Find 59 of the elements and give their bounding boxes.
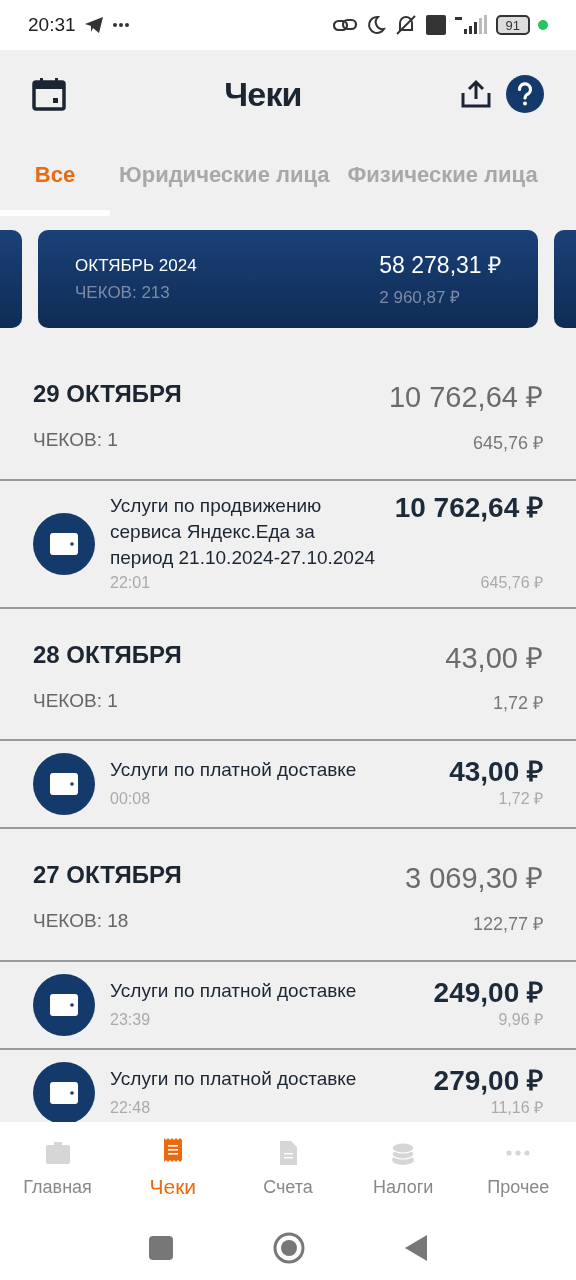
receipt-count: ЧЕКОВ: 1 bbox=[33, 428, 119, 452]
receipt-amount: 43,00 ₽ bbox=[449, 757, 543, 787]
clock-time: 20:31 bbox=[28, 12, 76, 37]
nav-tab[interactable]: Чеки bbox=[117, 1135, 228, 1203]
day-tax: 1,72 ₽ bbox=[492, 692, 543, 715]
calendar-icon[interactable] bbox=[32, 77, 66, 111]
filter-tab[interactable]: Юридические лица bbox=[110, 138, 339, 216]
receipt-count: ЧЕКОВ: 1 bbox=[33, 688, 119, 713]
receipt-time: 22:48 bbox=[110, 1097, 151, 1118]
receipt-tax: 645,76 ₽ bbox=[480, 572, 543, 593]
month-receipt-count: ЧЕКОВ: 213 bbox=[75, 282, 171, 304]
receipt-amount: 279,00 ₽ bbox=[433, 1065, 543, 1096]
receipt-title: Услуги по платной доставке bbox=[110, 758, 358, 782]
previous-month-card[interactable] bbox=[0, 230, 22, 328]
day-date: 29 ОКТЯБРЯ bbox=[33, 379, 182, 409]
receipt-time: 22:01 bbox=[110, 572, 151, 593]
nav-tab[interactable]: Налоги bbox=[348, 1137, 459, 1201]
day-tax: 645,76 ₽ bbox=[472, 431, 543, 455]
day-total: 3 069,30 ₽ bbox=[405, 861, 543, 896]
moon-icon bbox=[365, 15, 386, 35]
month-label: ОКТЯБРЬ 2024 bbox=[75, 254, 197, 277]
day-total: 43,00 ₽ bbox=[445, 640, 543, 676]
battery-indicator: 91 bbox=[495, 15, 530, 35]
page-title: Чеки bbox=[224, 73, 302, 115]
nav-tab[interactable]: Прочее bbox=[463, 1137, 574, 1201]
receipt-time: 00:08 bbox=[110, 789, 151, 809]
help-icon[interactable] bbox=[506, 75, 544, 113]
day-date: 28 ОКТЯБРЯ bbox=[33, 639, 182, 670]
month-tax: 2 960,87 ₽ bbox=[379, 286, 462, 309]
receipt-count: ЧЕКОВ: 18 bbox=[33, 909, 130, 933]
next-month-card[interactable] bbox=[554, 230, 576, 328]
wallet-icon bbox=[33, 973, 95, 1036]
signal-icon bbox=[453, 14, 488, 36]
paper-plane-icon bbox=[83, 16, 104, 34]
share-icon[interactable] bbox=[460, 79, 492, 109]
receipt-title: Услуги по платной доставке bbox=[110, 1066, 358, 1091]
nav-tab[interactable]: Главная bbox=[2, 1137, 113, 1201]
receipt-tax: 11,16 ₽ bbox=[490, 1097, 543, 1118]
receipt-tax: 9,96 ₽ bbox=[498, 1009, 543, 1030]
wallet-icon bbox=[33, 753, 95, 815]
receipt-amount: 10 762,64 ₽ bbox=[394, 492, 543, 523]
receipt-tax: 1,72 ₽ bbox=[498, 789, 543, 809]
day-total: 10 762,64 ₽ bbox=[388, 380, 543, 415]
filter-tab[interactable]: Физические лица bbox=[338, 138, 547, 216]
month-summary-card[interactable]: ОКТЯБРЬ 2024 ЧЕКОВ: 213 58 278,31 ₽ 2 960,87 ₽ bbox=[38, 230, 538, 328]
home-circle-icon[interactable] bbox=[273, 1232, 305, 1264]
day-date: 27 ОКТЯБРЯ bbox=[33, 860, 182, 890]
wallet-icon bbox=[33, 512, 95, 575]
receipt-title: Услуги по платной доставке bbox=[110, 978, 358, 1003]
receipt-title: Услуги по продвижению сервиса Яндекс.Еда за период 21.10.2024-27.10.2024 bbox=[110, 493, 377, 570]
back-icon[interactable] bbox=[405, 1235, 427, 1261]
month-total: 58 278,31 ₽ bbox=[379, 251, 501, 280]
link-icon bbox=[331, 16, 358, 34]
filter-tab[interactable]: Все bbox=[0, 138, 110, 216]
nav-tab[interactable]: Счета bbox=[232, 1137, 343, 1201]
day-tax: 122,77 ₽ bbox=[472, 912, 543, 936]
receipt-time: 23:39 bbox=[110, 1009, 151, 1030]
receipt-amount: 249,00 ₽ bbox=[433, 977, 543, 1008]
more-icon bbox=[111, 22, 130, 28]
